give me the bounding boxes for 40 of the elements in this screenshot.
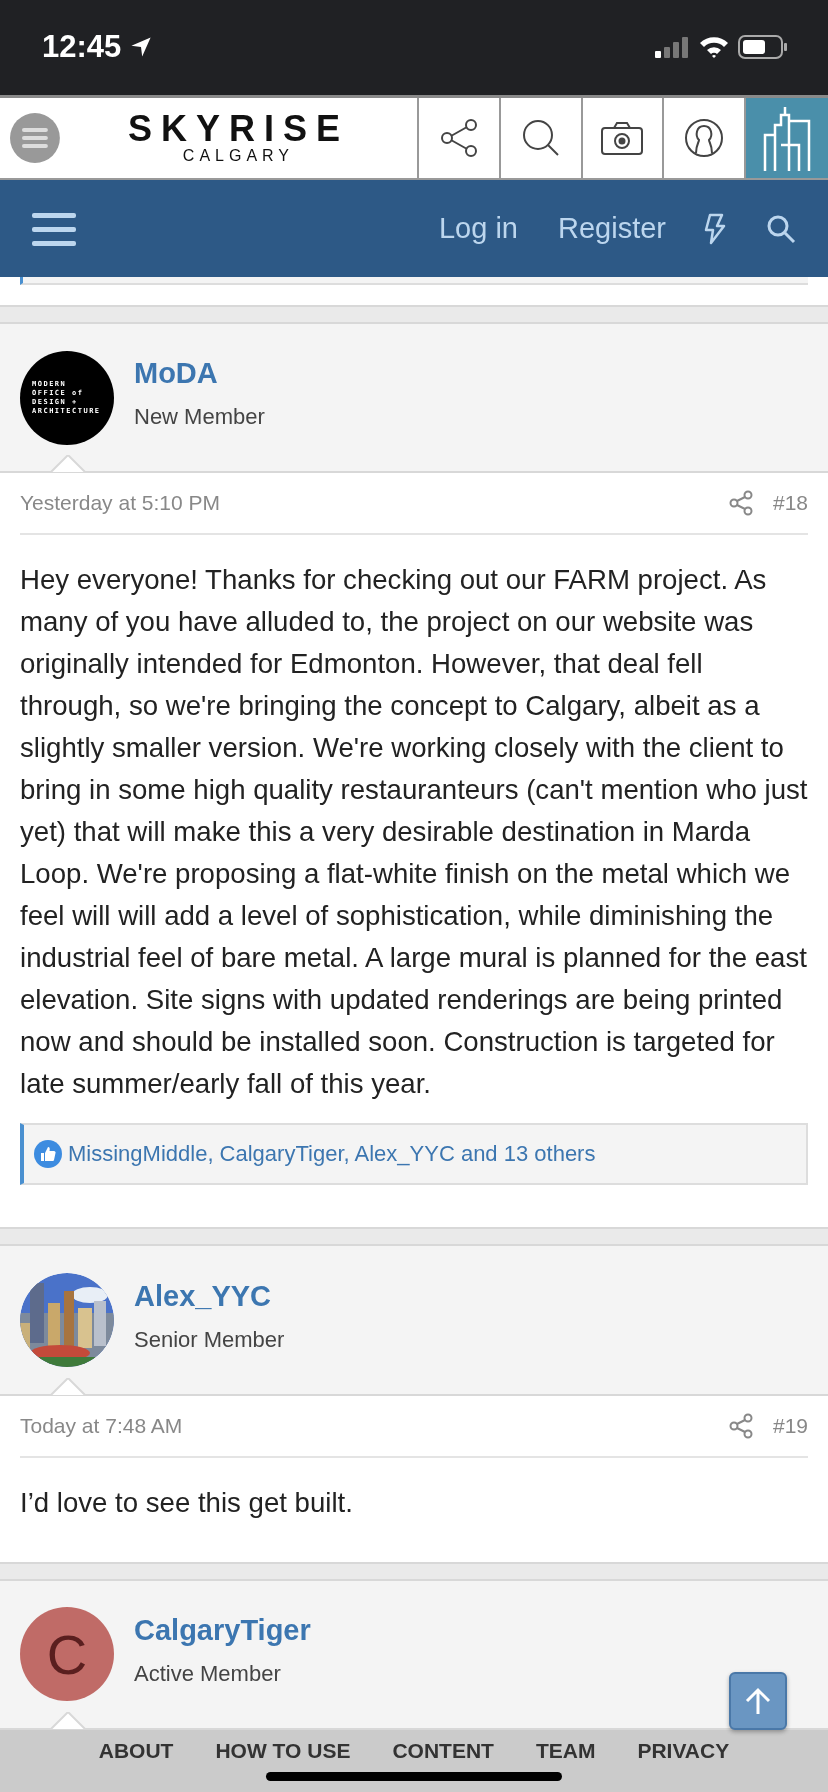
user-title: Active Member — [134, 1660, 282, 1687]
user-title: Senior Member — [134, 1326, 285, 1353]
footer-link[interactable]: CONTENT — [392, 1739, 494, 1764]
up-arrow-icon — [745, 1687, 771, 1715]
username-link[interactable]: CalgaryTiger — [134, 1613, 311, 1647]
thumbs-up-icon — [34, 1140, 62, 1169]
nav-link[interactable]: Register — [558, 212, 666, 246]
username-link[interactable]: Alex_YYC — [134, 1279, 285, 1313]
scroll-top-button[interactable] — [729, 1672, 787, 1730]
nav-link[interactable]: Log in — [439, 212, 518, 246]
wifi-icon — [698, 35, 730, 60]
share-icon[interactable] — [728, 1412, 753, 1439]
user-title: New Member — [134, 404, 265, 431]
search-icon — [520, 118, 561, 158]
status-time: 12:45 — [42, 29, 122, 66]
post-date: Yesterday at 5:10 PM — [20, 491, 220, 516]
search-icon[interactable] — [766, 213, 796, 244]
footer-link[interactable]: ABOUT — [98, 1739, 174, 1764]
city-button[interactable] — [744, 97, 828, 179]
reactions-link[interactable]: MissingMiddle, CalgaryTiger, Alex_YYC and 13 others — [68, 1141, 596, 1168]
footer-link[interactable]: TEAM — [535, 1739, 596, 1764]
menu-icon[interactable] — [10, 113, 60, 163]
menu-icon[interactable] — [32, 210, 76, 247]
signal-icon — [654, 36, 690, 59]
avatar: C — [20, 1607, 114, 1702]
post-date: Today at 7:48 AM — [20, 1413, 183, 1438]
share-icon[interactable] — [728, 490, 753, 517]
footer-link[interactable]: PRIVACY — [637, 1739, 730, 1764]
username-link[interactable]: MoDA — [134, 357, 265, 391]
skyline-icon — [763, 105, 812, 171]
user-icon — [684, 118, 725, 158]
post-body: I’d love to see this get built. — [20, 1485, 354, 1520]
site-logo[interactable]: SKYRISE CALGARY — [59, 97, 417, 179]
post-body: Hey everyone! Thanks for checking out our FARM project. As many of you have alluded to, the project on our website was originally intended for Edmonton. However, that deal fell through, so we're bringing the concept to Calgary, albeit as a slightly smaller version. We're working closely with the client to bring in some high quality restauranteurs (can't mention who just yet) that will make this a very desirable destination in Marda Loop. We're proposing a flat-white finish on the metal which we feel will will add a level of sophistication, while diminishing the industrial feel of bare metal. A large mural is planned for the east elevation. Site signs with updated renderings are being printed now and should be installed soon. Construction is targeted for late summer/early fall of this year. — [20, 563, 808, 1102]
footer-link[interactable]: HOW TO USE — [215, 1739, 351, 1764]
battery-icon — [738, 34, 788, 61]
post-number-link[interactable]: #18 — [772, 491, 808, 516]
post-number-link[interactable]: #19 — [772, 1413, 808, 1438]
lightning-icon[interactable] — [702, 212, 726, 245]
camera-icon — [601, 121, 644, 155]
